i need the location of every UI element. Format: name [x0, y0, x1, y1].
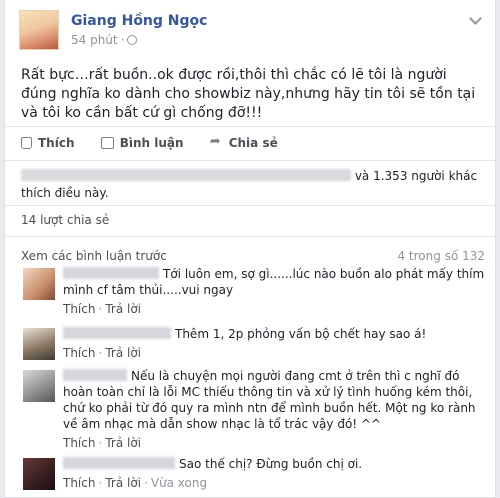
author-avatar[interactable] — [19, 10, 59, 50]
commenter-name[interactable] — [63, 267, 159, 279]
comment-body: Nếu là chuyện mọi người đang cmt ở trên … — [63, 368, 485, 451]
comment-reply-link[interactable]: Trả lời — [105, 436, 141, 450]
like-icon — [21, 137, 32, 149]
comment-like-link[interactable]: Thích — [63, 436, 95, 450]
commenter-name[interactable] — [63, 369, 127, 381]
comment-like-link[interactable]: Thích — [63, 346, 95, 360]
dot-separator: · — [98, 302, 103, 316]
post-card: Giang Hồng Ngọc 54 phút · Rất bực…rất buồ… — [4, 0, 496, 498]
share-icon — [210, 134, 223, 149]
comment-actions: Thích · Trả lời — [63, 345, 485, 361]
comment-actions: Thích · Trả lời — [63, 435, 485, 451]
author-name[interactable]: Giang Hồng Ngọc — [71, 13, 207, 29]
comment-count: 4 trong số 132 — [397, 249, 485, 263]
comment-body: Tới luôn em, sợ gì......lúc nào buồn alo… — [63, 266, 485, 317]
dot-separator: · — [98, 476, 103, 490]
comment-button[interactable]: Bình luận — [100, 136, 184, 150]
commenter-name[interactable] — [63, 327, 171, 339]
comment-text: Sao thế chị? Đừng buồn chị ơi. — [179, 457, 363, 471]
divider — [5, 126, 495, 127]
comment-like-link[interactable]: Thích — [63, 476, 95, 490]
comment-reply-link[interactable]: Trả lời — [105, 346, 141, 360]
comment-body: Thêm 1, 2p phỏng vấn bộ chết hay sao á! … — [63, 326, 485, 361]
comment-label: Bình luận — [119, 136, 184, 150]
post-time[interactable]: 54 phút — [71, 33, 118, 47]
commenter-name[interactable] — [63, 457, 175, 469]
comment-reply-link[interactable]: Trả lời — [105, 302, 141, 316]
meta-separator: · — [120, 33, 125, 47]
shares-count[interactable]: 14 lượt chia sẻ — [21, 213, 109, 227]
share-label: Chia sẻ — [228, 136, 278, 150]
chevron-down-icon[interactable] — [469, 14, 483, 24]
comment-reply-link[interactable]: Trả lời — [105, 476, 141, 490]
action-bar: Thích Bình luận Chia sẻ — [21, 134, 300, 154]
likes-summary[interactable]: và 1.353 người khác thích điều này. — [21, 168, 485, 202]
divider — [5, 160, 495, 161]
comment-body: Sao thế chị? Đừng buồn chị ơi. Thích · Trả… — [63, 456, 485, 491]
post-text: Rất bực…rất buồn..ok được rồi,thôi thì c… — [21, 67, 476, 121]
dot-separator: · — [144, 476, 148, 490]
comment-actions: Thích · Trả lời · Vừa xong — [63, 475, 485, 491]
comment-icon — [100, 137, 114, 149]
commenter-avatar[interactable] — [23, 268, 55, 300]
globe-icon[interactable] — [127, 35, 138, 45]
comment-actions: Thích · Trả lời — [63, 301, 485, 317]
comment-like-link[interactable]: Thích — [63, 302, 95, 316]
view-previous-comments-link[interactable]: Xem các bình luận trước — [21, 249, 167, 263]
blurred-names — [21, 169, 351, 181]
share-button[interactable]: Chia sẻ — [210, 134, 278, 150]
comment-text: Thêm 1, 2p phỏng vấn bộ chết hay sao á! — [175, 327, 427, 341]
commenter-avatar[interactable] — [23, 458, 55, 490]
divider — [5, 236, 495, 237]
like-label: Thích — [38, 136, 75, 150]
post-meta: 54 phút · — [71, 33, 138, 47]
like-button[interactable]: Thích — [21, 136, 75, 150]
commenter-avatar[interactable] — [23, 328, 55, 360]
post-header: Giang Hồng Ngọc 54 phút · — [19, 10, 489, 58]
commenter-avatar[interactable] — [23, 370, 55, 402]
dot-separator: · — [98, 436, 103, 450]
dot-separator: · — [98, 346, 103, 360]
comment-time[interactable]: Vừa xong — [151, 476, 207, 490]
divider — [5, 205, 495, 206]
